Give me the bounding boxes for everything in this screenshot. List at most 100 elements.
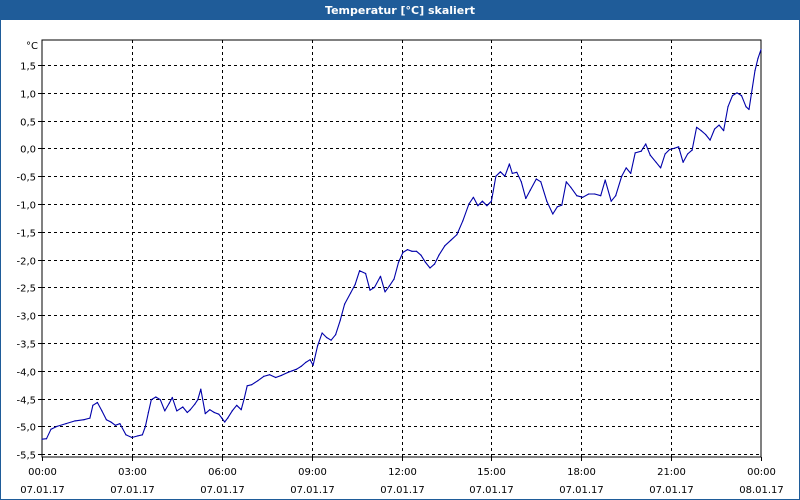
data-point xyxy=(511,172,513,174)
data-point xyxy=(281,374,283,376)
data-point xyxy=(664,153,666,155)
data-point xyxy=(56,425,58,427)
data-point xyxy=(535,178,537,180)
data-point xyxy=(373,286,376,288)
y-tick-label: -4,0 xyxy=(16,368,36,379)
data-point xyxy=(625,167,627,169)
data-point xyxy=(204,413,206,415)
data-point xyxy=(224,421,226,423)
data-point xyxy=(450,239,452,241)
data-point xyxy=(83,419,85,421)
data-point xyxy=(582,196,584,198)
data-point xyxy=(287,371,289,374)
data-point xyxy=(645,143,647,145)
data-point xyxy=(114,424,116,426)
data-point xyxy=(339,320,341,322)
data-point xyxy=(213,411,215,414)
data-point xyxy=(227,417,229,419)
data-point xyxy=(420,254,422,256)
data-point xyxy=(312,364,314,366)
data-point xyxy=(714,128,716,130)
series-line xyxy=(41,49,762,440)
data-point xyxy=(576,195,578,197)
data-point xyxy=(326,336,328,339)
data-point xyxy=(350,292,352,294)
y-tick-label: -5,5 xyxy=(16,451,36,462)
data-point xyxy=(673,147,675,149)
data-point xyxy=(197,399,199,401)
data-point xyxy=(384,291,386,293)
data-point xyxy=(655,161,657,163)
data-point xyxy=(137,435,139,437)
data-point xyxy=(687,153,689,155)
data-point xyxy=(317,345,319,347)
y-tick-label: -3,5 xyxy=(16,340,36,351)
data-point xyxy=(757,57,759,59)
data-point xyxy=(45,438,48,440)
y-tick-label: -1,5 xyxy=(16,229,36,240)
data-point xyxy=(634,152,636,154)
data-point xyxy=(231,410,233,412)
y-axis: 1,5 1,0 0,5 0,0 -0,5 -1,0 -1,5 -2,0 -2,5 -3,0 -3,5… xyxy=(16,41,42,462)
data-point xyxy=(462,220,464,222)
x-tick-time: 15:00 xyxy=(477,467,506,478)
data-point xyxy=(65,423,67,425)
data-point xyxy=(209,409,211,411)
data-point xyxy=(678,146,680,148)
data-point xyxy=(748,108,750,111)
data-point xyxy=(257,380,259,382)
data-point xyxy=(41,438,43,440)
data-point xyxy=(565,181,567,183)
data-point xyxy=(754,70,756,72)
data-point xyxy=(119,423,121,425)
data-point xyxy=(354,284,356,286)
x-tick-time: 03:00 xyxy=(118,467,147,478)
data-point xyxy=(525,197,527,200)
y-tick-label: -1,0 xyxy=(16,201,36,212)
data-point xyxy=(144,425,146,427)
data-point xyxy=(486,205,488,207)
data-point xyxy=(669,148,671,151)
data-point xyxy=(194,403,196,405)
data-point xyxy=(415,250,418,252)
data-point xyxy=(131,436,133,439)
x-tick-time: 06:00 xyxy=(208,467,237,478)
y-tick-label: -2,5 xyxy=(16,284,36,295)
data-point xyxy=(604,179,606,181)
data-point xyxy=(600,195,602,197)
data-point xyxy=(472,196,474,198)
data-point xyxy=(240,409,242,411)
data-point xyxy=(660,167,662,169)
data-point xyxy=(263,375,265,377)
data-point xyxy=(369,289,371,291)
data-point xyxy=(305,361,307,364)
x-tick-date: 07.01.17 xyxy=(649,485,694,496)
data-point xyxy=(159,399,161,401)
data-point xyxy=(529,189,531,191)
data-point xyxy=(540,181,542,183)
data-point xyxy=(397,261,400,263)
data-point xyxy=(246,385,248,387)
series-layer xyxy=(41,48,762,440)
data-point xyxy=(296,368,298,370)
data-point xyxy=(456,234,458,236)
data-point xyxy=(429,267,431,269)
data-point xyxy=(570,186,572,188)
data-point xyxy=(186,411,188,414)
data-point xyxy=(760,48,762,51)
data-point xyxy=(101,410,103,412)
data-point xyxy=(731,95,734,97)
data-point xyxy=(736,92,738,94)
data-point xyxy=(444,245,446,247)
data-point xyxy=(495,175,497,177)
x-tick-time: 12:00 xyxy=(388,467,417,478)
data-point xyxy=(709,139,711,141)
data-point xyxy=(105,419,107,421)
data-point xyxy=(393,278,395,280)
data-point xyxy=(433,263,436,265)
data-point xyxy=(365,272,367,275)
chart-title: Temperatur [°C] skaliert xyxy=(1,1,799,20)
data-point xyxy=(556,206,558,208)
x-tick-date: 07.01.17 xyxy=(559,485,604,496)
y-tick-label: 0,5 xyxy=(20,118,36,129)
